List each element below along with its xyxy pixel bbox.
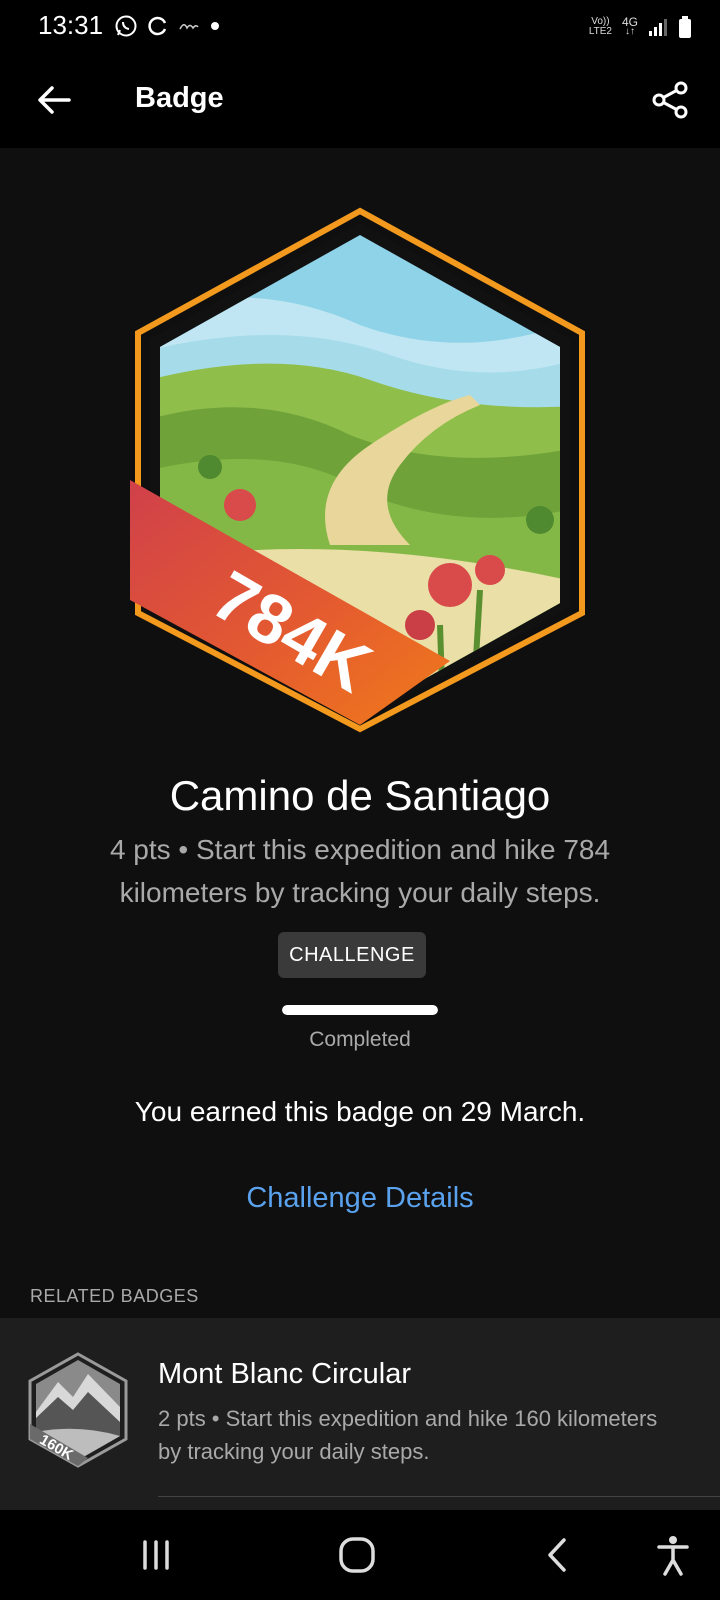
badge-image: 784K <box>130 207 585 733</box>
whatsapp-icon <box>115 15 137 37</box>
dot-icon <box>211 22 219 30</box>
challenge-details-link[interactable]: Challenge Details <box>0 1182 720 1215</box>
recent-apps-icon <box>143 1540 169 1570</box>
page-title: Badge <box>135 82 224 114</box>
battery-icon <box>679 16 691 38</box>
app-icon <box>179 24 199 30</box>
related-badge-description: 2 pts • Start this expedition and hike 1… <box>158 1406 658 1464</box>
share-icon <box>652 81 688 119</box>
back-icon <box>548 1538 566 1572</box>
related-badge-image: 160K <box>28 1352 128 1468</box>
earned-date-text: You earned this badge on 29 March. <box>134 1096 586 1127</box>
system-nav-bar <box>0 1510 720 1600</box>
system-status-icons: Vo)) LTE2 4G ↓↑ <box>589 12 692 42</box>
notification-icons <box>114 12 222 40</box>
sync-icon <box>148 16 167 36</box>
arrow-left-icon <box>38 86 71 114</box>
network-type-indicator: 4G ↓↑ <box>621 15 638 37</box>
status-bar: 13:31 Vo)) LTE2 4G ↓↑ <box>0 0 720 52</box>
accessibility-icon <box>657 1536 689 1576</box>
share-button[interactable] <box>642 72 698 128</box>
app-bar: Badge <box>0 52 720 148</box>
related-badge-item[interactable]: 160K Mont Blanc Circular 2 pts • Start t… <box>0 1318 720 1510</box>
badge-name: Camino de Santiago <box>169 772 551 819</box>
back-button[interactable] <box>28 74 80 126</box>
challenge-chip: CHALLENGE <box>278 932 426 978</box>
divider <box>158 1496 720 1497</box>
related-badges-heading: RELATED BADGES <box>30 1286 199 1306</box>
nav-back-button[interactable] <box>530 1530 586 1580</box>
status-time: 13:31 <box>38 10 104 40</box>
related-badge-title: Mont Blanc Circular <box>158 1358 412 1390</box>
volte-indicator: Vo)) LTE2 <box>588 16 612 37</box>
signal-icon <box>649 19 667 36</box>
progress-bar <box>282 1005 438 1015</box>
progress-label: Completed <box>309 1028 411 1051</box>
badge-description: 4 pts • Start this expedition and hike 7… <box>109 834 611 908</box>
home-icon <box>339 1537 375 1573</box>
progress-fill <box>282 1005 438 1015</box>
home-button[interactable] <box>329 1530 385 1580</box>
accessibility-button[interactable] <box>645 1530 701 1580</box>
recent-apps-button[interactable] <box>128 1530 184 1580</box>
